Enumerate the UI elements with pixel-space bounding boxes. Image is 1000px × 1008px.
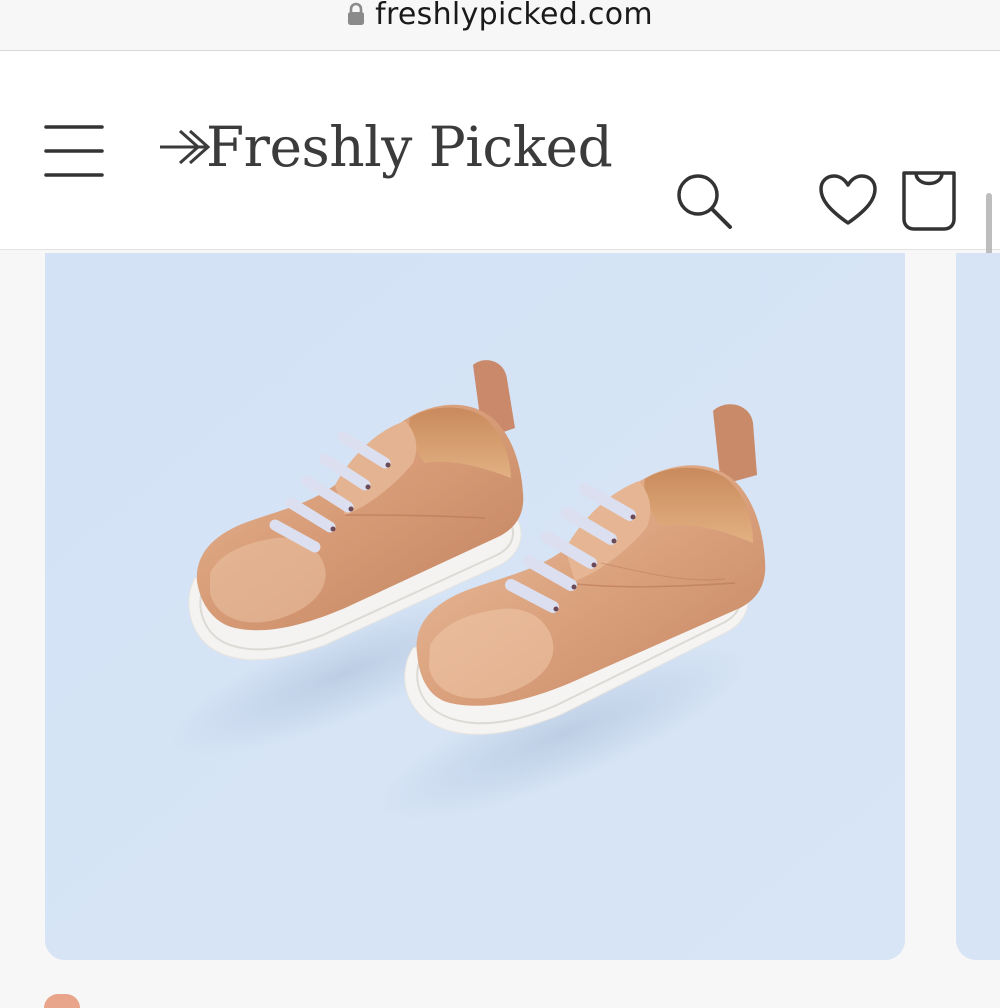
rose-gold-sneakers-image xyxy=(45,253,905,960)
heart-icon[interactable] xyxy=(818,173,878,227)
url-text: freshlypicked.com xyxy=(375,0,653,32)
brand-logo[interactable]: Freshly Picked xyxy=(158,109,613,185)
next-product-card-peek[interactable] xyxy=(956,253,1000,960)
shopping-bag-icon[interactable] xyxy=(898,169,960,233)
lock-icon xyxy=(348,2,365,25)
color-swatch[interactable] xyxy=(44,994,80,1008)
product-image-card[interactable] xyxy=(45,253,905,960)
search-icon[interactable] xyxy=(674,171,734,231)
site-header: Freshly Picked xyxy=(0,51,1000,250)
brand-name: Freshly Picked xyxy=(206,115,613,179)
browser-address-bar[interactable]: freshlypicked.com xyxy=(0,0,1000,51)
logo-arrow-icon xyxy=(160,129,211,165)
hamburger-menu-icon[interactable] xyxy=(44,123,104,179)
url-display[interactable]: freshlypicked.com xyxy=(347,0,653,36)
